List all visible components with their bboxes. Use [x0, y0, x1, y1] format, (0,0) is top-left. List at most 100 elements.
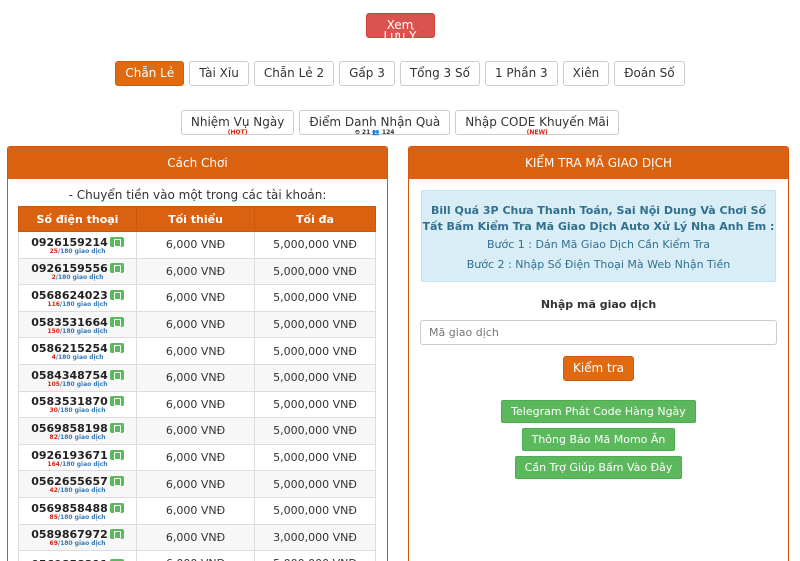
max-amount: 5,000,000 VNĐ: [254, 417, 376, 445]
tab-doan-so[interactable]: Đoán Số: [614, 61, 685, 86]
limit-count: /180 giao dịch: [59, 460, 108, 468]
transaction-code-input[interactable]: [420, 320, 777, 345]
info-title: Bill Quá 3P Chưa Thanh Toán, Sai Nội Dun…: [422, 204, 775, 233]
copy-icon[interactable]: [109, 396, 124, 407]
tab-1-phan-3[interactable]: 1 Phần 3: [484, 61, 558, 86]
max-amount: 3,000,000 VNĐ: [254, 523, 376, 552]
max-amount: 5,000,000 VNĐ: [254, 363, 376, 392]
transaction-count: 2/180 giao dịch: [19, 274, 136, 281]
limit-count: /180 giao dịch: [57, 540, 106, 548]
table-row: 0562655657 42/180 giao dịch 6,000 VNĐ 5,000…: [18, 470, 376, 498]
min-amount: 6,000 VNĐ: [136, 470, 255, 498]
limit-count: /180 giao dịch: [57, 433, 106, 441]
used-count: 85: [49, 513, 58, 521]
used-count: 116: [47, 300, 60, 308]
limit-count: /180 giao dịch: [57, 407, 106, 415]
tab-chan-le-2[interactable]: Chẵn Lẻ 2: [253, 61, 335, 86]
phone-cell: 0583531664 150/180 giao dịch: [18, 310, 137, 339]
limit-count: /180 giao dịch: [57, 513, 106, 521]
phone-cell: 0926159556 2/180 giao dịch: [18, 257, 137, 286]
min-amount: 6,000 VNĐ: [136, 523, 255, 552]
copy-icon[interactable]: [109, 263, 124, 274]
transaction-count: 105/180 giao dịch: [19, 381, 136, 388]
max-amount: 5,000,000 VNĐ: [254, 496, 376, 525]
copy-icon[interactable]: [109, 289, 124, 300]
used-count: 30: [49, 407, 58, 415]
support-links: Telegram Phát Code Hàng Ngày Thông Báo M…: [409, 400, 788, 484]
transaction-count: 82/180 giao dịch: [19, 434, 136, 441]
copy-icon[interactable]: [109, 422, 124, 433]
limit-count: /180 giao dịch: [55, 354, 104, 362]
limit-count: /180 giao dịch: [59, 300, 108, 308]
phone-cell: 0586215254 4/180 giao dịch: [18, 337, 137, 365]
phone-cell: 0569858198 82/180 giao dịch: [18, 417, 137, 445]
help-button[interactable]: Cần Trợ Giúp Bấm Vào Đây: [514, 456, 683, 479]
checkin-gift-button[interactable]: Điểm Danh Nhận Quà ⏲ 21 👥 124: [299, 110, 451, 136]
max-amount: 5,000,000 VNĐ: [254, 310, 376, 339]
used-count: 105: [47, 380, 60, 388]
transaction-code-label: Nhập mã giao dịch: [540, 298, 657, 311]
daily-task-button[interactable]: Nhiệm Vụ Ngày (HOT): [180, 110, 295, 136]
tab-chan-le[interactable]: Chẵn Lẻ: [115, 61, 185, 86]
table-row: 0926159556 2/180 giao dịch 6,000 VNĐ 5,000,…: [18, 257, 376, 286]
limit-count: /180 giao dịch: [57, 247, 106, 255]
phone-cell: 0569858311: [18, 550, 137, 561]
daily-task-label: Nhiệm Vụ Ngày: [190, 115, 285, 129]
table-row: 0569858198 82/180 giao dịch 6,000 VNĐ 5,000…: [18, 417, 376, 445]
check-transaction-title: KIỂM TRA MÃ GIAO DỊCH: [409, 147, 788, 179]
used-count: 42: [49, 487, 58, 495]
table-row: 0926159214 25/180 giao dịch 6,000 VNĐ 5,000…: [18, 231, 376, 259]
telegram-code-button[interactable]: Telegram Phát Code Hàng Ngày: [501, 400, 696, 423]
table-row: 0584348754 105/180 giao dịch 6,000 VNĐ 5,00…: [18, 363, 376, 392]
notice-button[interactable]: Xem Lưu Ý: [365, 13, 435, 42]
promo-code-label: Nhập CODE Khuyến Mãi: [465, 115, 610, 129]
limit-count: /180 giao dịch: [59, 327, 108, 335]
accounts-table: Số điện thoại Tối thiểu Tối đa 092615921…: [18, 206, 376, 561]
max-amount: 5,000,000 VNĐ: [254, 257, 376, 286]
copy-icon[interactable]: [109, 316, 124, 327]
max-amount: 5,000,000 VNĐ: [254, 443, 376, 472]
min-amount: 6,000 VNĐ: [136, 231, 255, 259]
copy-icon[interactable]: [109, 369, 124, 380]
limit-count: /180 giao dịch: [59, 380, 108, 388]
check-button[interactable]: Kiểm tra: [562, 356, 635, 381]
transaction-count: 150/180 giao dịch: [19, 328, 136, 335]
copy-icon[interactable]: [109, 502, 124, 513]
copy-icon[interactable]: [109, 236, 124, 247]
min-amount: 6,000 VNĐ: [136, 496, 255, 525]
phone-cell: 0568624023 116/180 giao dịch: [18, 284, 137, 312]
min-amount: 6,000 VNĐ: [136, 417, 255, 445]
copy-icon[interactable]: [109, 476, 124, 487]
promo-code-button[interactable]: Nhập CODE Khuyến Mãi (NEW): [455, 110, 620, 136]
tab-tai-xiu[interactable]: Tài Xỉu: [189, 61, 249, 86]
phone-cell: 0583531870 30/180 giao dịch: [18, 390, 137, 419]
min-amount: 6,000 VNĐ: [136, 550, 255, 561]
phone-cell: 0562655657 42/180 giao dịch: [18, 470, 137, 498]
table-row: 0568624023 116/180 giao dịch 6,000 VNĐ 5,00…: [18, 284, 376, 312]
column-min: Tối thiểu: [136, 206, 255, 232]
momo-notice-button[interactable]: Thông Báo Mã Momo Ăn: [521, 428, 676, 451]
copy-icon[interactable]: [109, 529, 124, 540]
tab-tong-3-so[interactable]: Tổng 3 Số: [399, 61, 480, 86]
phone-cell: 0926159214 25/180 giao dịch: [18, 231, 137, 259]
new-badge: (NEW): [526, 129, 548, 136]
tab-xien[interactable]: Xiên: [562, 61, 610, 86]
checkin-gift-label: Điểm Danh Nhận Quà: [309, 115, 441, 129]
min-amount: 6,000 VNĐ: [136, 390, 255, 419]
table-row: 0589867972 69/180 giao dịch 6,000 VNĐ 3,000…: [18, 523, 376, 552]
transaction-count: 4/180 giao dịch: [19, 354, 136, 361]
checkin-stats: ⏲ 21 👥 124: [355, 129, 395, 136]
tab-gap-3[interactable]: Gấp 3: [339, 61, 395, 86]
copy-icon[interactable]: [109, 343, 124, 354]
min-amount: 6,000 VNĐ: [136, 363, 255, 392]
used-count: 164: [47, 460, 60, 468]
max-amount: 5,000,000 VNĐ: [254, 390, 376, 419]
max-amount: 5,000,000 VNĐ: [254, 337, 376, 365]
column-max: Tối đa: [254, 206, 376, 232]
phone-cell: 0569858488 85/180 giao dịch: [18, 496, 137, 525]
min-amount: 6,000 VNĐ: [136, 337, 255, 365]
max-amount: 5,000,000 VNĐ: [254, 470, 376, 498]
copy-icon[interactable]: [109, 449, 124, 460]
table-row: 0926193671 164/180 giao dịch 6,000 VNĐ 5,00…: [18, 443, 376, 472]
task-buttons: Nhiệm Vụ Ngày (HOT) Điểm Danh Nhận Quà ⏲…: [0, 110, 800, 136]
